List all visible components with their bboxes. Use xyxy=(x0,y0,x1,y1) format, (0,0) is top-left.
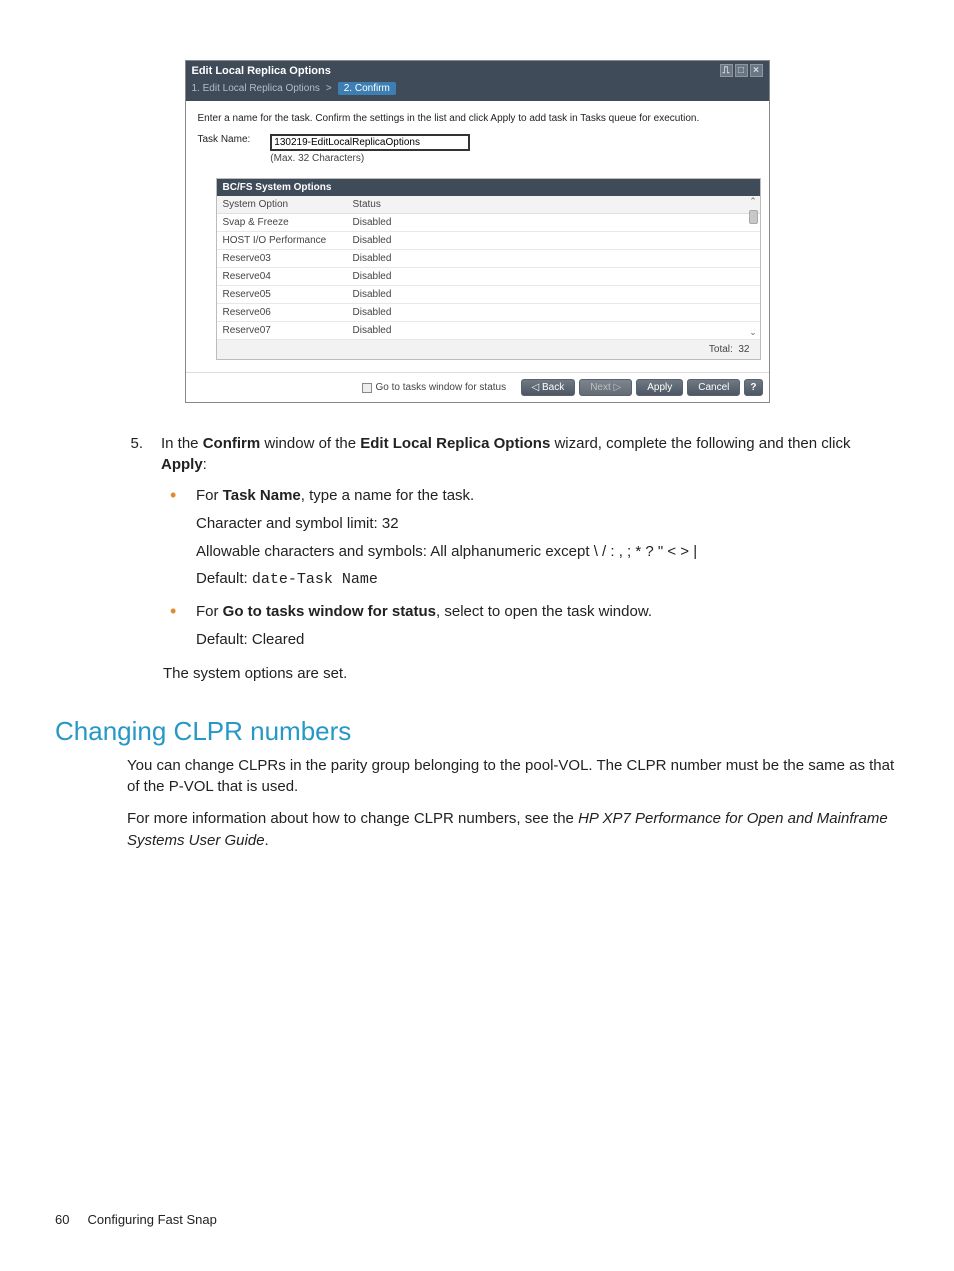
wizard-titlebar: Edit Local Replica Options ⎍ □ × xyxy=(186,61,769,80)
task-name-label: Task Name: xyxy=(198,134,251,145)
step-2-active: 2. Confirm xyxy=(338,82,396,95)
bullet-icon: • xyxy=(170,601,182,651)
col-status: Status xyxy=(347,196,407,214)
options-total: Total: 32 xyxy=(217,340,760,359)
pin-icon[interactable]: ⎍ xyxy=(720,64,733,77)
go-tasks-checkbox[interactable]: Go to tasks window for status xyxy=(362,382,507,393)
page-footer: 60 Configuring Fast Snap xyxy=(55,1212,217,1227)
cancel-button[interactable]: Cancel xyxy=(687,379,740,396)
clpr-para-1: You can change CLPRs in the parity group… xyxy=(127,755,899,799)
table-row: Reserve06Disabled xyxy=(217,304,760,322)
table-row: Reserve04Disabled xyxy=(217,268,760,286)
table-row: Reserve07Disabled xyxy=(217,322,760,340)
checkbox-icon[interactable] xyxy=(362,383,372,393)
options-table: System Option Status Svap & FreezeDisabl… xyxy=(217,196,760,340)
col-system-option: System Option xyxy=(217,196,347,214)
wizard-title-text: Edit Local Replica Options xyxy=(192,65,331,77)
step-1[interactable]: 1. Edit Local Replica Options xyxy=(192,83,320,94)
table-row: Reserve03Disabled xyxy=(217,250,760,268)
table-row: HOST I/O PerformanceDisabled xyxy=(217,232,760,250)
table-row: Svap & FreezeDisabled xyxy=(217,214,760,232)
default-taskname: Default: date-Task Name xyxy=(196,568,899,591)
wizard-instruction: Enter a name for the task. Confirm the s… xyxy=(198,113,757,124)
bullet-task-name: • For Task Name, type a name for the tas… xyxy=(170,485,899,591)
bullet-go-to-tasks: • For Go to tasks window for status, sel… xyxy=(170,601,899,651)
task-name-hint: (Max. 32 Characters) xyxy=(270,153,470,164)
table-row: Reserve05Disabled xyxy=(217,286,760,304)
step-chevron: > xyxy=(326,83,332,94)
maximize-icon[interactable]: □ xyxy=(735,64,748,77)
wizard-steps: 1. Edit Local Replica Options > 2. Confi… xyxy=(186,80,769,101)
bullet-icon: • xyxy=(170,485,182,591)
scroll-thumb[interactable] xyxy=(749,210,758,224)
footer-section: Configuring Fast Snap xyxy=(87,1212,216,1227)
clpr-para-2: For more information about how to change… xyxy=(127,808,899,852)
char-limit: Character and symbol limit: 32 xyxy=(196,513,899,535)
help-button[interactable]: ? xyxy=(744,379,762,396)
scroll-up-icon[interactable]: ⌃ xyxy=(748,196,759,207)
step-5: 5. In the Confirm window of the Edit Loc… xyxy=(125,433,899,475)
options-header: BC/FS System Options xyxy=(217,179,760,196)
default-cleared: Default: Cleared xyxy=(196,629,899,651)
wizard-window: Edit Local Replica Options ⎍ □ × 1. Edit… xyxy=(185,60,770,403)
go-tasks-label: Go to tasks window for status xyxy=(376,382,507,393)
scroll-down-icon[interactable]: ⌄ xyxy=(748,327,759,338)
page-number: 60 xyxy=(55,1212,69,1227)
apply-button[interactable]: Apply xyxy=(636,379,683,396)
next-button[interactable]: Next ▷ xyxy=(579,379,632,396)
section-heading: Changing CLPR numbers xyxy=(55,716,899,747)
task-name-input[interactable] xyxy=(270,134,470,151)
close-icon[interactable]: × xyxy=(750,64,763,77)
conclusion: The system options are set. xyxy=(163,665,899,682)
allowable-chars: Allowable characters and symbols: All al… xyxy=(196,541,899,563)
back-button[interactable]: ◁ Back xyxy=(521,379,576,396)
step-number: 5. xyxy=(125,433,143,475)
